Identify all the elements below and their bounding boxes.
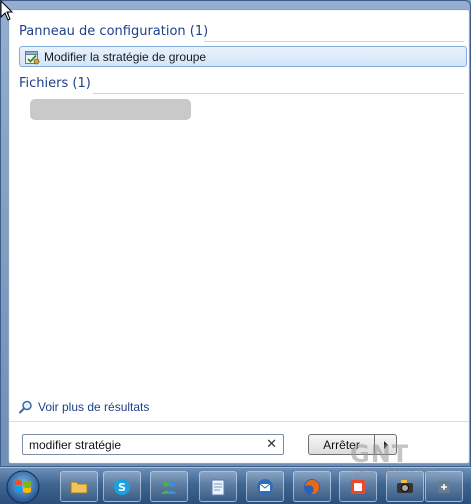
- taskbar: S: [0, 467, 471, 504]
- windows-start-orb-icon[interactable]: [4, 469, 42, 504]
- result-label: Modifier la stratégie de groupe: [44, 49, 207, 64]
- search-divider: [9, 421, 469, 422]
- shutdown-control: Arrêter: [308, 434, 398, 455]
- taskbar-camera[interactable]: [386, 471, 424, 502]
- svg-text:S: S: [118, 481, 126, 494]
- taskbar-messenger[interactable]: [150, 471, 188, 502]
- start-menu: Panneau de configuration (1) Modifier la…: [0, 0, 471, 467]
- group-policy-icon: [25, 50, 40, 64]
- misc-app-icon: [438, 480, 450, 493]
- folder-icon: [70, 481, 88, 493]
- messenger-icon: [161, 480, 177, 494]
- result-modify-group-policy[interactable]: Modifier la stratégie de groupe: [19, 46, 467, 67]
- search-box[interactable]: ✕: [22, 434, 284, 455]
- office-icon: [351, 479, 365, 494]
- notepad-icon: [211, 479, 225, 495]
- taskbar-office[interactable]: [339, 471, 377, 502]
- section-divider: [204, 41, 464, 42]
- taskbar-firefox[interactable]: [293, 471, 331, 502]
- magnifier-icon: [19, 400, 32, 414]
- see-more-results-link[interactable]: Voir plus de résultats: [19, 400, 149, 414]
- camera-icon: [397, 479, 413, 493]
- taskbar-thunderbird[interactable]: [246, 471, 284, 502]
- files-header[interactable]: Fichiers (1): [19, 76, 91, 91]
- clear-x-icon[interactable]: ✕: [266, 437, 277, 452]
- taskbar-misc-app[interactable]: [425, 471, 463, 502]
- section-divider: [93, 93, 464, 94]
- search-results-panel: Panneau de configuration (1) Modifier la…: [8, 9, 470, 464]
- firefox-icon: [304, 478, 320, 495]
- skype-icon: S: [114, 478, 130, 495]
- mail-icon: [257, 478, 273, 495]
- taskbar-notepad[interactable]: [199, 471, 237, 502]
- taskbar-skype[interactable]: S: [103, 471, 141, 502]
- taskbar-explorer[interactable]: [60, 471, 98, 502]
- arrow-right-icon: [383, 440, 388, 449]
- mouse-cursor-icon: [0, 0, 14, 21]
- see-more-label: Voir plus de résultats: [38, 400, 150, 414]
- control-panel-header[interactable]: Panneau de configuration (1): [19, 24, 208, 39]
- shutdown-options-button[interactable]: [375, 434, 397, 455]
- shutdown-button[interactable]: Arrêter: [308, 434, 375, 455]
- redacted-file-result[interactable]: [30, 99, 191, 120]
- search-input[interactable]: [29, 435, 255, 454]
